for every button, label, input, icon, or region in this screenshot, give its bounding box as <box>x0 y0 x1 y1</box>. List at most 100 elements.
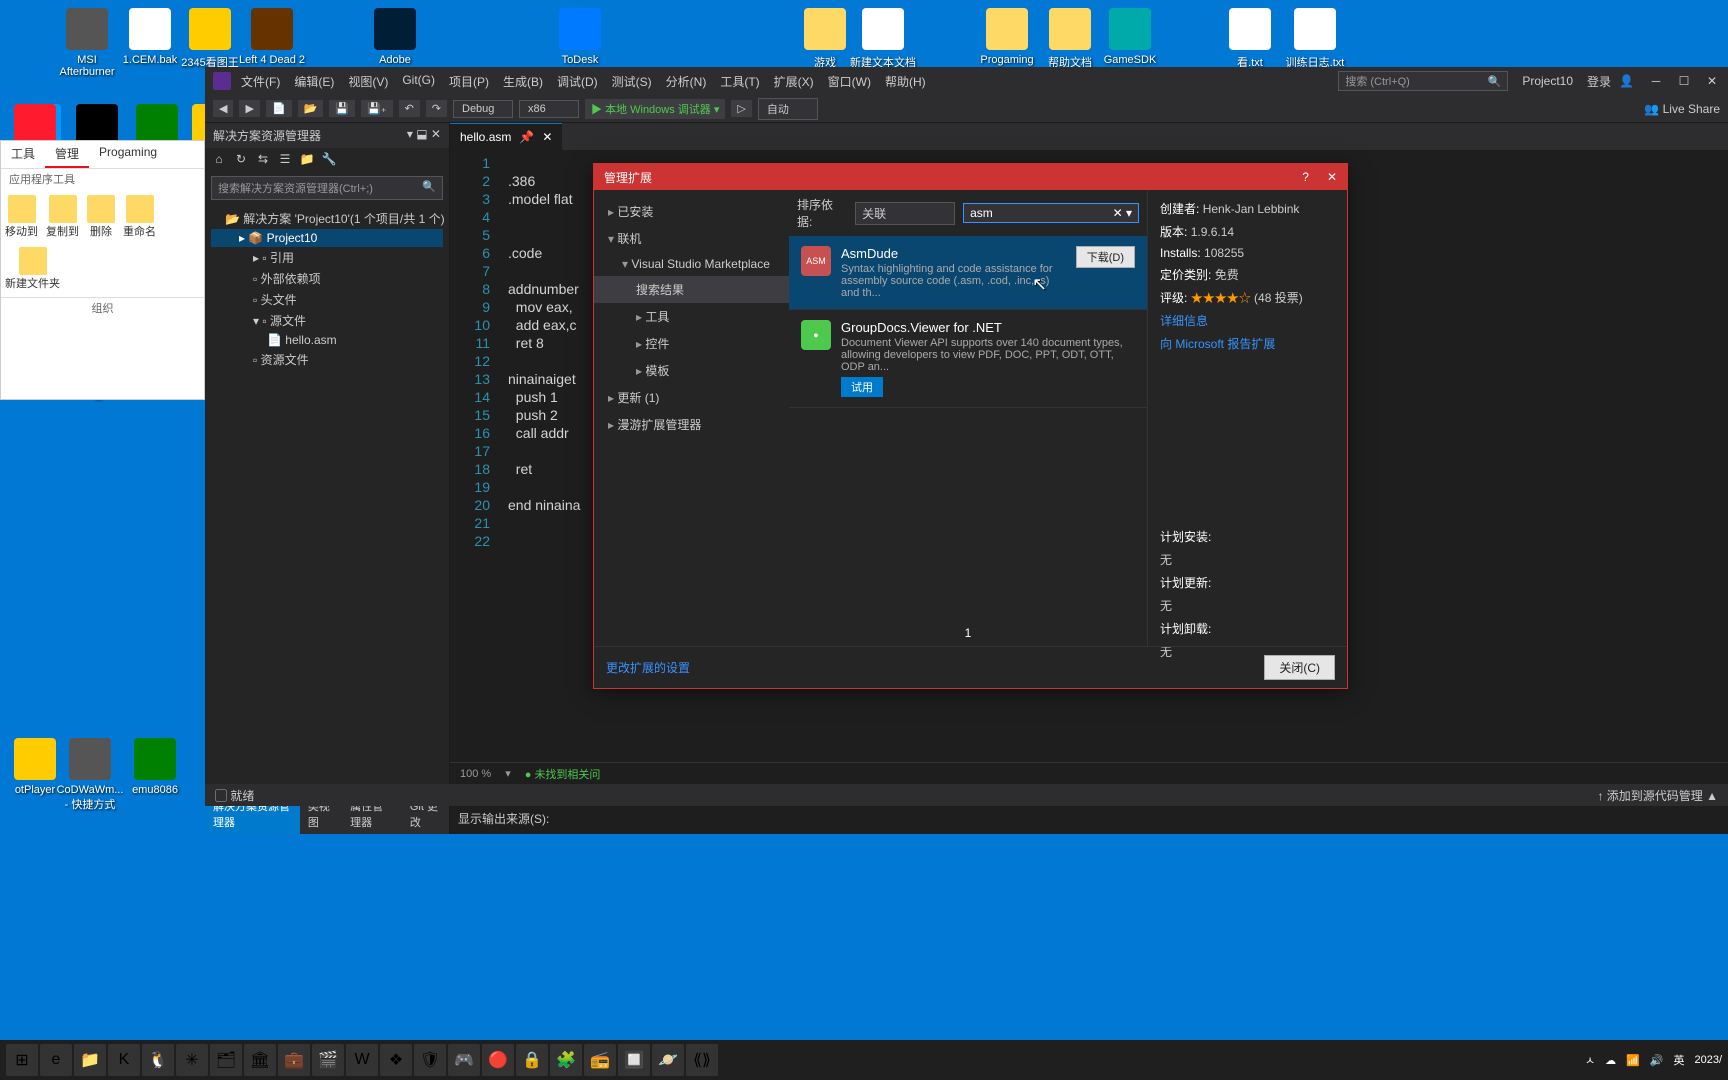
menu-item[interactable]: 文件(F) <box>235 69 286 94</box>
desktop-icon[interactable]: 训练日志.txt <box>1280 8 1350 70</box>
close-tab-icon[interactable]: ✕ <box>542 130 552 144</box>
try-button[interactable]: 试用 <box>841 377 883 397</box>
explorer-tab[interactable]: Progaming <box>89 141 167 168</box>
menu-item[interactable]: 编辑(E) <box>288 69 340 94</box>
save-all-button[interactable]: 💾₊ <box>361 100 393 117</box>
menu-item[interactable]: 分析(N) <box>660 69 713 94</box>
desktop-icon[interactable]: Progaming <box>972 8 1042 66</box>
undo-button[interactable]: ↶ <box>399 100 420 117</box>
headers-node[interactable]: ▫ 头文件 <box>211 289 443 310</box>
desktop-icon[interactable]: ToDesk <box>545 8 615 66</box>
taskbar-item[interactable]: 🔒 <box>516 1044 548 1076</box>
source-file-node[interactable]: 📄 hello.asm <box>211 331 443 349</box>
tray-item[interactable]: 2023/ <box>1694 1054 1722 1066</box>
minimize-button[interactable]: ─ <box>1648 74 1664 88</box>
taskbar-item[interactable]: 🔴 <box>482 1044 514 1076</box>
desktop-icon[interactable]: 新建文本文档 <box>848 8 918 70</box>
back-button[interactable]: ◀ <box>213 100 233 117</box>
dialog-close-button-footer[interactable]: 关闭(C) <box>1264 655 1335 680</box>
menu-item[interactable]: Git(G) <box>396 69 441 94</box>
nav-templates[interactable]: 模板 <box>594 357 789 384</box>
tray-item[interactable]: 📶 <box>1626 1054 1640 1067</box>
taskbar-item[interactable]: W <box>346 1044 378 1076</box>
zoom-level[interactable]: 100 % <box>460 768 491 780</box>
menu-item[interactable]: 视图(V) <box>342 69 394 94</box>
live-share-button[interactable]: 👥 Live Share <box>1644 102 1720 116</box>
menu-item[interactable]: 项目(P) <box>443 69 495 94</box>
maximize-button[interactable]: ☐ <box>1676 74 1692 88</box>
desktop-icon[interactable]: CoDWaWm... - 快捷方式 <box>55 738 125 812</box>
save-button[interactable]: 💾 <box>329 100 355 117</box>
auto-select[interactable]: 自动 <box>758 98 818 120</box>
solution-root[interactable]: 📂 解决方案 'Project10'(1 个项目/共 1 个) <box>211 208 443 229</box>
show-all-icon[interactable]: 📁 <box>299 152 315 168</box>
taskbar-item[interactable]: ⟪⟫ <box>686 1044 718 1076</box>
menu-item[interactable]: 测试(S) <box>606 69 658 94</box>
ribbon-button[interactable]: 移动到 <box>5 195 38 239</box>
taskbar-item[interactable]: 🛡 <box>414 1044 446 1076</box>
download-button[interactable]: 下载(D) <box>1076 246 1135 268</box>
taskbar-item[interactable]: 📁 <box>74 1044 106 1076</box>
sources-node[interactable]: ▾ ▫ 源文件 <box>211 310 443 331</box>
no-debug-button[interactable]: ▷ <box>731 100 751 117</box>
ribbon-button[interactable]: 复制到 <box>46 195 79 239</box>
taskbar-item[interactable]: 🧩 <box>550 1044 582 1076</box>
details-link[interactable]: 详细信息 <box>1160 314 1208 328</box>
nav-search-results[interactable]: 搜索结果 <box>594 276 789 303</box>
change-settings-link[interactable]: 更改扩展的设置 <box>606 659 690 676</box>
menu-item[interactable]: 调试(D) <box>551 69 604 94</box>
extension-search-input[interactable]: asm ✕ ▾ <box>963 203 1139 223</box>
desktop-icon[interactable]: 看.txt <box>1215 8 1285 70</box>
properties-icon[interactable]: 🔧 <box>321 152 337 168</box>
menu-item[interactable]: 窗口(W) <box>822 69 877 94</box>
report-link[interactable]: 向 Microsoft 报告扩展 <box>1160 337 1275 351</box>
pin-icon[interactable]: 📌 <box>519 130 534 144</box>
tray-item[interactable]: ㅅ <box>1585 1052 1595 1068</box>
menu-item[interactable]: 工具(T) <box>714 69 765 94</box>
taskbar-item[interactable]: 🎮 <box>448 1044 480 1076</box>
taskbar-item[interactable]: K <box>108 1044 140 1076</box>
home-icon[interactable]: ⌂ <box>211 152 227 168</box>
refresh-icon[interactable]: ↻ <box>233 152 249 168</box>
dropdown-icon[interactable]: ▾ <box>505 767 511 780</box>
ribbon-button[interactable]: 重命名 <box>123 195 156 239</box>
taskbar-item[interactable]: ❖ <box>380 1044 412 1076</box>
source-content[interactable]: .386.model flat.codeaddnumber mov eax, a… <box>500 150 588 762</box>
redo-button[interactable]: ↷ <box>426 100 447 117</box>
source-control-button[interactable]: ↑ 添加到源代码管理 ▲ <box>1597 787 1718 804</box>
ribbon-button[interactable]: 新建文件夹 <box>5 247 60 291</box>
new-button[interactable]: 📄 <box>266 100 292 117</box>
close-button[interactable]: ✕ <box>1704 74 1720 88</box>
desktop-icon[interactable]: Left 4 Dead 2 <box>237 8 307 66</box>
ribbon-button[interactable]: 删除 <box>87 195 115 239</box>
nav-updates[interactable]: 更新 (1) <box>594 384 789 411</box>
external-deps-node[interactable]: ▫ 外部依赖项 <box>211 268 443 289</box>
menu-item[interactable]: 生成(B) <box>497 69 549 94</box>
collapse-icon[interactable]: ☰ <box>277 152 293 168</box>
editor-tab[interactable]: hello.asm 📌 ✕ <box>450 123 562 150</box>
nav-installed[interactable]: 已安装 <box>594 198 789 225</box>
menu-item[interactable]: 扩展(X) <box>768 69 820 94</box>
references-node[interactable]: ▸ ▫ 引用 <box>211 247 443 268</box>
taskbar-item[interactable]: 🎬 <box>312 1044 344 1076</box>
taskbar-item[interactable]: e <box>40 1044 72 1076</box>
start-debug-button[interactable]: ▶ 本地 Windows 调试器 ▾ <box>585 99 725 119</box>
clear-search-icon[interactable]: ✕ ▾ <box>1113 206 1132 220</box>
explorer-tab[interactable]: 工具 <box>1 141 45 168</box>
project-node[interactable]: ▸ 📦 Project10 <box>211 229 443 247</box>
tray-item[interactable]: 英 <box>1673 1052 1684 1068</box>
nav-controls[interactable]: 控件 <box>594 330 789 357</box>
menu-item[interactable]: 帮助(H) <box>879 69 932 94</box>
taskbar-item[interactable]: 🗂 <box>210 1044 242 1076</box>
taskbar-item[interactable]: 🔲 <box>618 1044 650 1076</box>
sync-icon[interactable]: ⇆ <box>255 152 271 168</box>
nav-roaming[interactable]: 漫游扩展管理器 <box>594 411 789 438</box>
nav-tools[interactable]: 工具 <box>594 303 789 330</box>
extension-result-item[interactable]: ASMAsmDudeSyntax highlighting and code a… <box>789 236 1147 310</box>
sort-select[interactable]: 关联 <box>855 202 955 225</box>
taskbar-item[interactable]: 🏛 <box>244 1044 276 1076</box>
platform-select[interactable]: x86 <box>519 100 579 118</box>
panel-controls[interactable]: ▾ ⬓ ✕ <box>407 127 441 144</box>
desktop-icon[interactable]: 2345看图王 <box>175 8 245 70</box>
explorer-tab[interactable]: 管理 <box>45 141 89 168</box>
